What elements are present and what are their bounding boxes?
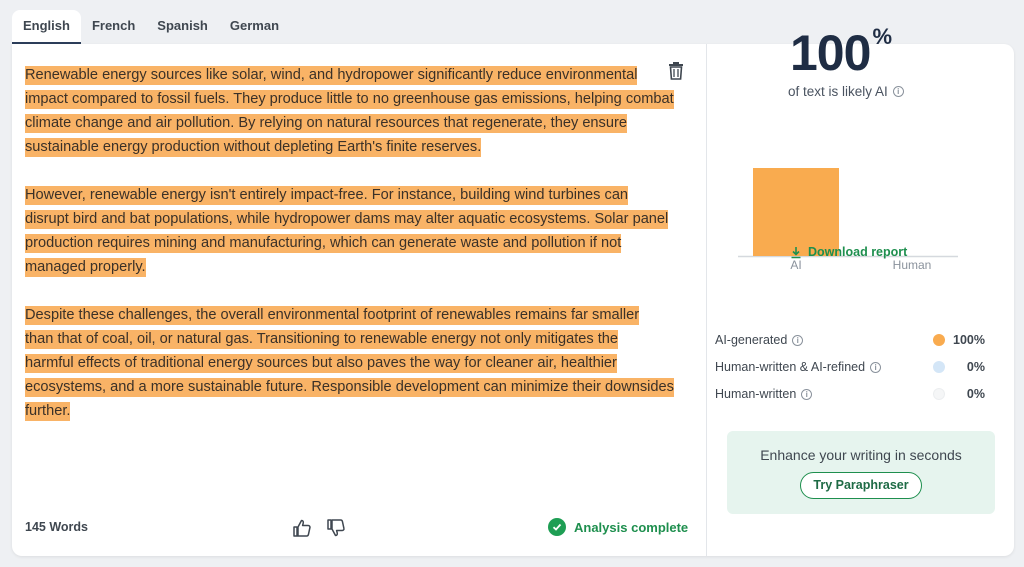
highlighted-line: harmful effects of traditional energy so… [25,354,617,373]
tab-spanish[interactable]: Spanish [146,10,219,44]
info-icon[interactable]: i [792,334,804,346]
highlighted-line: Despite these challenges, the overall en… [25,306,640,325]
tab-french[interactable]: French [81,10,146,44]
highlighted-line: further. [25,402,71,421]
highlighted-line: sustainable energy production without de… [25,138,482,157]
paragraph-1: Renewable energy sources like solar, win… [25,63,675,159]
highlighted-line: Renewable energy sources like solar, win… [25,66,638,85]
language-tabs: English French Spanish German [12,10,290,44]
legend-swatch [933,361,945,373]
highlighted-line: disrupt bird and bat populations, while … [25,210,669,229]
highlighted-line: ecosystems, and a more sustainable futur… [25,378,674,397]
highlighted-line: production requires mining and manufactu… [25,234,622,253]
percent-label-text: of text is likely AI [788,84,888,99]
paragraph-2: However, renewable energy isn't entirely… [25,183,675,279]
download-report-link[interactable]: Download report [790,245,907,259]
bar-label-ai: AI [790,258,801,272]
info-icon[interactable]: i [801,388,813,400]
legend-value: 0% [966,360,985,374]
highlighted-line: However, renewable energy isn't entirely… [25,186,629,205]
thumbs-up-icon[interactable] [292,518,312,538]
promo-text: Enhance your writing in seconds [760,447,962,463]
trash-icon[interactable] [668,62,684,80]
legend-value: 0% [966,387,985,401]
legend-ai-generated: AI-generated i 100% [715,331,985,349]
bar-ai [753,168,839,256]
percent-sign: % [872,24,892,50]
check-circle-icon [548,518,566,536]
highlighted-line: climate change and air pollution. By rel… [25,114,627,133]
legend-label: Human-written [715,387,797,401]
highlighted-line: managed properly. [25,258,146,277]
panel-divider [706,44,707,556]
try-paraphraser-button[interactable]: Try Paraphraser [800,472,922,499]
legend-label: AI-generated [715,333,788,347]
paragraph-3: Despite these challenges, the overall en… [25,303,675,423]
text-editor[interactable]: Renewable energy sources like solar, win… [25,63,675,447]
legend-human-written: Human-written i 0% [715,385,985,403]
legend-label: Human-written & AI-refined [715,360,866,374]
download-label: Download report [808,245,908,259]
ai-percentage: 100% [790,24,892,82]
tab-english[interactable]: English [12,10,81,44]
legend-value: 100% [953,333,985,347]
analysis-status: Analysis complete [548,518,688,536]
thumbs-down-icon[interactable] [326,518,346,538]
word-count: 145 Words [25,520,88,534]
paraphraser-promo: Enhance your writing in seconds Try Para… [727,431,995,514]
tab-german[interactable]: German [219,10,290,44]
download-icon [791,246,801,258]
legend-swatch [933,334,945,346]
legend-human-ai-refined: Human-written & AI-refined i 0% [715,358,985,376]
info-icon[interactable]: i [870,361,882,373]
legend-swatch [933,388,945,400]
highlighted-line: impact compared to fossil fuels. They pr… [25,90,674,109]
info-icon[interactable]: i [892,86,904,97]
status-text: Analysis complete [574,519,689,535]
ai-percentage-label: of text is likely AI i [788,84,904,99]
percent-value: 100 [790,25,871,81]
bar-label-human: Human [893,258,932,272]
highlighted-line: than that of coal, oil, or natural gas. … [25,330,619,349]
